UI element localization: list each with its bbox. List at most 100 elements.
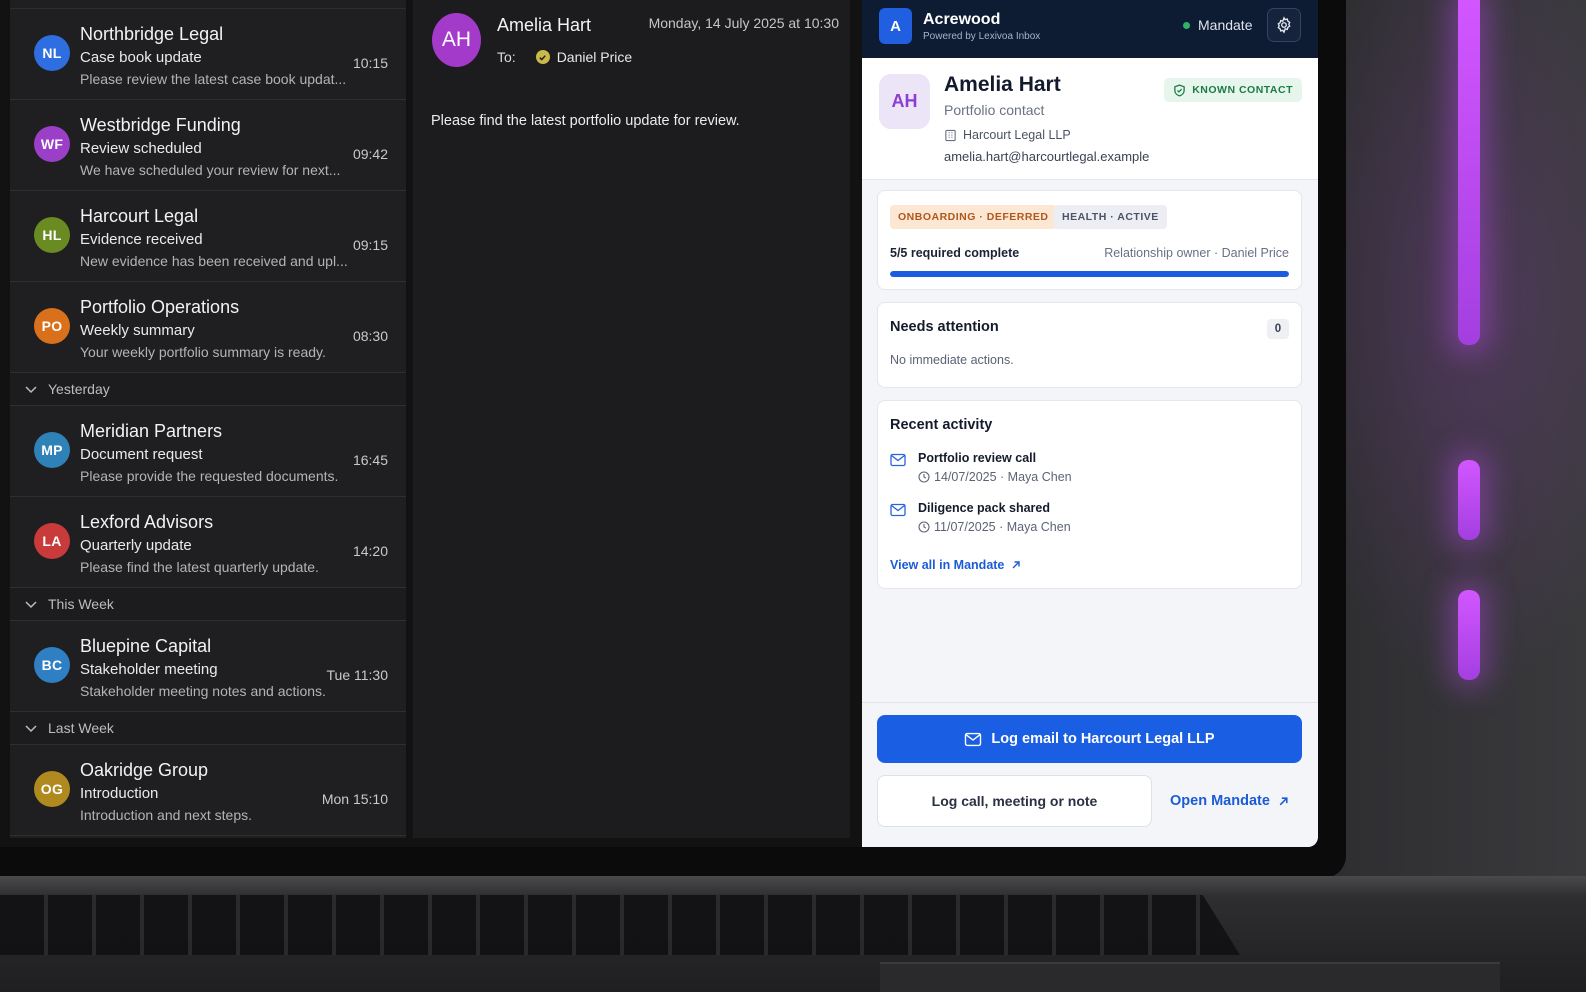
to-label: To:: [497, 49, 516, 65]
neon-light: [1458, 0, 1480, 345]
group-label: This Week: [48, 596, 114, 612]
message-item[interactable]: PO Portfolio Operations Weekly summary Your…: [10, 282, 406, 373]
brand-subtitle: Powered by Lexivoa Inbox: [923, 31, 1041, 42]
contact-role: Portfolio contact: [944, 102, 1045, 118]
known-contact-label: KNOWN CONTACT: [1192, 84, 1293, 96]
message-subject: Evidence received: [80, 231, 203, 248]
message-item[interactable]: MP Meridian Partners Document request Pleas…: [10, 406, 406, 497]
status-dot-icon: [1183, 21, 1190, 29]
contact-avatar: AH: [879, 74, 930, 129]
activity-title: Diligence pack shared: [918, 501, 1051, 515]
message-subject: Quarterly update: [80, 537, 192, 554]
message-time: 16:45: [352, 452, 388, 468]
message-item[interactable]: OG Oakridge Group Introduction Introduction…: [10, 745, 406, 836]
message-preview: Please find the latest quarterly update.: [80, 559, 319, 575]
open-mandate-label: Open Mandate: [1170, 793, 1270, 809]
group-label: Yesterday: [48, 381, 110, 397]
clock-icon: [918, 471, 930, 483]
onboarding-status-pill: ONBOARDING · DEFERRED: [890, 205, 1057, 229]
message-time: 09:15: [352, 237, 388, 253]
status-card: ONBOARDING · DEFERRED HEALTH · ACTIVE 5/…: [877, 190, 1302, 290]
external-link-icon: [1012, 561, 1021, 569]
recipient-line: To: Daniel Price: [497, 49, 632, 65]
mail-icon: [965, 732, 982, 746]
log-email-label: Log email to Harcourt Legal LLP: [991, 731, 1215, 747]
gear-icon: [1277, 16, 1291, 34]
needs-attention-title: Needs attention: [890, 319, 999, 335]
shield-check-icon: [1174, 83, 1185, 97]
settings-button[interactable]: [1267, 8, 1301, 42]
message-preview: New evidence has been received and upl..…: [80, 253, 348, 269]
message-time: 08:30: [352, 328, 388, 344]
message-item[interactable]: HL Harcourt Legal Evidence received New evi…: [10, 191, 406, 282]
message-date: Monday, 14 July 2025 at 10:30: [648, 15, 839, 31]
reading-pane: AH Amelia Hart Monday, 14 July 2025 at 1…: [413, 0, 850, 838]
brand-logo: A: [879, 8, 912, 44]
health-status-pill: HEALTH · ACTIVE: [1054, 205, 1167, 229]
brand-name: Acrewood: [923, 11, 1001, 28]
open-mandate-link[interactable]: Open Mandate: [1170, 793, 1289, 809]
list-top-divider: [10, 0, 406, 9]
activity-meta: 14/07/2025 · Maya Chen: [918, 470, 1072, 484]
avatar: NL: [34, 35, 70, 71]
log-call-meeting-note-button[interactable]: Log call, meeting or note: [877, 775, 1152, 827]
sender-name[interactable]: Amelia Hart: [497, 15, 591, 36]
contact-organisation[interactable]: Harcourt Legal LLP: [944, 128, 1071, 142]
attention-empty-text: No immediate actions.: [890, 353, 1014, 367]
message-preview: Introduction and next steps.: [80, 807, 252, 823]
activity-meta-text: 11/07/2025 · Maya Chen: [934, 520, 1071, 534]
avatar: WF: [34, 126, 70, 162]
message-preview: Stakeholder meeting notes and actions.: [80, 683, 326, 699]
message-sender: Bluepine Capital: [80, 636, 212, 656]
message-item[interactable]: NL Northbridge Legal Case book update Pleas…: [10, 9, 406, 100]
neon-light: [1458, 460, 1480, 540]
message-item[interactable]: BC Bluepine Capital Stakeholder meeting Sta…: [10, 621, 406, 712]
message-time: 09:42: [352, 146, 388, 162]
known-contact-badge: KNOWN CONTACT: [1164, 78, 1302, 102]
connection-status-label: Mandate: [1198, 17, 1253, 33]
group-header-last-week[interactable]: Last Week: [10, 712, 406, 745]
group-header-yesterday[interactable]: Yesterday: [10, 373, 406, 406]
message-sender: Northbridge Legal: [80, 24, 224, 44]
group-header-this-week[interactable]: This Week: [10, 588, 406, 621]
screen: NL Northbridge Legal Case book update Pleas…: [0, 0, 1318, 847]
attention-count-badge: 0: [1267, 319, 1289, 339]
neon-light: [1458, 590, 1480, 680]
message-sender: Oakridge Group: [80, 760, 209, 780]
avatar: OG: [34, 771, 70, 807]
activity-meta: 11/07/2025 · Maya Chen: [918, 520, 1071, 534]
chevron-down-icon: [25, 386, 37, 394]
message-preview: We have scheduled your review for next..…: [80, 162, 341, 178]
requirements-progress-label: 5/5 required complete: [890, 246, 1020, 260]
log-email-button[interactable]: Log email to Harcourt Legal LLP: [877, 715, 1302, 763]
message-item[interactable]: WF Westbridge Funding Review scheduled We h…: [10, 100, 406, 191]
group-label: Last Week: [48, 720, 114, 736]
view-all-in-mandate-link[interactable]: View all in Mandate: [890, 558, 1021, 572]
avatar: HL: [34, 217, 70, 253]
message-subject: Review scheduled: [80, 140, 202, 157]
relationship-owner: Relationship owner · Daniel Price: [1104, 246, 1289, 260]
message-subject: Document request: [80, 446, 203, 463]
needs-attention-card: Needs attention 0 No immediate actions.: [877, 302, 1302, 388]
activity-meta-text: 14/07/2025 · Maya Chen: [934, 470, 1072, 484]
check-circle-icon: [535, 50, 550, 64]
connection-status: Mandate: [1183, 17, 1252, 33]
view-all-label: View all in Mandate: [890, 558, 1005, 572]
message-sender: Lexford Advisors: [80, 512, 214, 532]
message-sender: Meridian Partners: [80, 421, 223, 441]
chevron-down-icon: [25, 601, 37, 609]
message-sender: Westbridge Funding: [80, 115, 241, 135]
clock-icon: [918, 521, 930, 533]
contact-email[interactable]: amelia.hart@harcourtlegal.example: [944, 149, 1149, 164]
message-item[interactable]: LA Lexford Advisors Quarterly update Please…: [10, 497, 406, 588]
avatar: PO: [34, 308, 70, 344]
activity-title: Portfolio review call: [918, 451, 1037, 465]
message-body: Please find the latest portfolio update …: [431, 113, 740, 129]
building-icon: [945, 129, 956, 141]
avatar: LA: [34, 523, 70, 559]
recent-activity-card: Recent activity Portfolio review call 14…: [877, 400, 1302, 589]
chevron-down-icon: [25, 725, 37, 733]
contact-name[interactable]: Amelia Hart: [944, 73, 1061, 97]
message-sender: Portfolio Operations: [80, 297, 240, 317]
recipient-name[interactable]: Daniel Price: [557, 49, 632, 65]
